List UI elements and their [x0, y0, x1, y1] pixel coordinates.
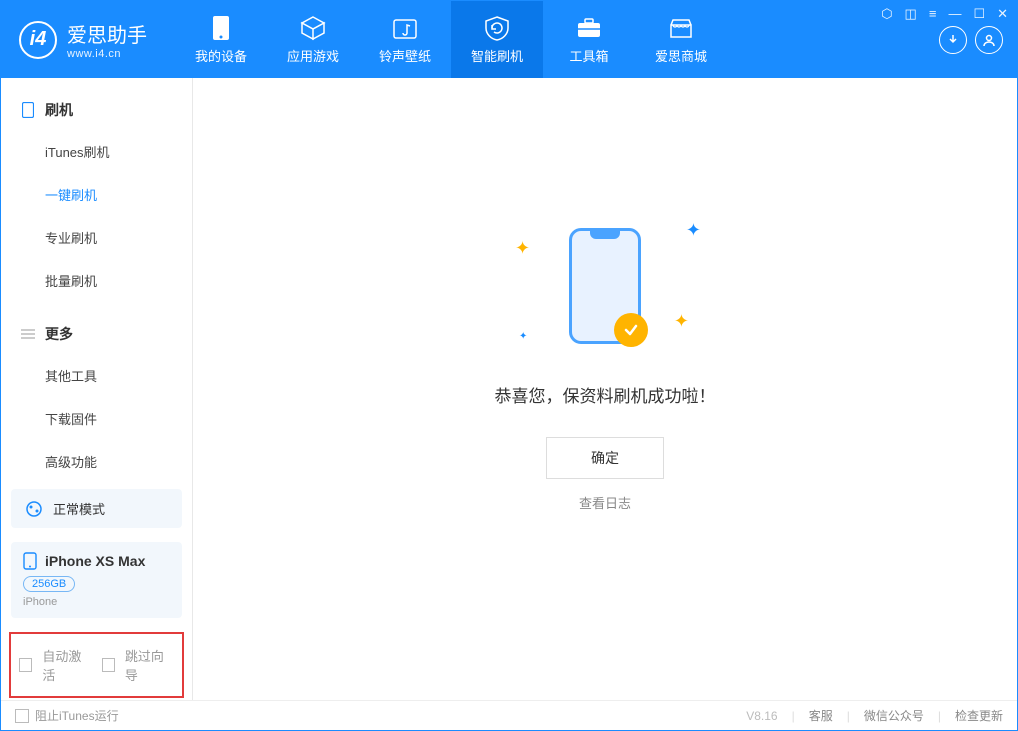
label-auto-activate: 自动激活	[42, 646, 91, 684]
section-more[interactable]: 更多	[1, 314, 192, 354]
user-button[interactable]	[975, 26, 1003, 54]
maximize-icon[interactable]: ☐	[973, 6, 985, 22]
version-label: V8.16	[746, 709, 777, 723]
iphone-icon	[23, 552, 37, 570]
device-icon	[212, 14, 230, 42]
phone-icon	[19, 102, 37, 118]
top-tabs: 我的设备 应用游戏 铃声壁纸 智能刷机 工具箱 爱思商城	[175, 1, 727, 78]
success-message: 恭喜您，保资料刷机成功啦！	[495, 382, 716, 407]
header: i4 爱思助手 www.i4.cn 我的设备 应用游戏 铃声壁纸 智能刷机 工具…	[1, 1, 1017, 78]
brand-name: 爱思助手	[67, 19, 147, 48]
check-update-link[interactable]: 检查更新	[955, 707, 1003, 724]
logo: i4 爱思助手 www.i4.cn	[1, 19, 165, 60]
checkbox-stop-itunes[interactable]	[15, 709, 29, 723]
tab-apps[interactable]: 应用游戏	[267, 1, 359, 78]
shirt-icon[interactable]: ⬡	[881, 6, 892, 22]
sidebar-item-advanced[interactable]: 高级功能	[1, 440, 192, 483]
view-log-link[interactable]: 查看日志	[579, 493, 631, 512]
cube-icon	[300, 14, 326, 42]
label-skip-guide: 跳过向导	[125, 646, 174, 684]
tab-flash[interactable]: 智能刷机	[451, 1, 543, 78]
device-type: iPhone	[23, 596, 170, 608]
sparkle-icon: ✦	[686, 220, 701, 241]
options-box: 自动激活 跳过向导	[9, 632, 184, 698]
sidebar: 刷机 iTunes刷机 一键刷机 专业刷机 批量刷机 更多 其他工具 下载固件 …	[1, 78, 193, 700]
tab-ringtones[interactable]: 铃声壁纸	[359, 1, 451, 78]
support-link[interactable]: 客服	[809, 707, 833, 724]
phone-illustration	[569, 228, 641, 344]
checkbox-skip-guide[interactable]	[102, 658, 115, 672]
music-folder-icon	[393, 14, 417, 42]
tab-toolbox[interactable]: 工具箱	[543, 1, 635, 78]
normal-mode-icon	[25, 500, 43, 518]
logo-icon: i4	[19, 21, 57, 59]
sparkle-icon: ✦	[519, 331, 527, 342]
close-icon[interactable]: ✕	[997, 6, 1008, 22]
checkbox-auto-activate[interactable]	[19, 658, 32, 672]
device-storage: 256GB	[23, 576, 75, 592]
sidebar-item-oneclick-flash[interactable]: 一键刷机	[1, 173, 192, 216]
brand-url: www.i4.cn	[67, 48, 147, 60]
sparkle-icon: ✦	[674, 311, 689, 332]
sidebar-item-pro-flash[interactable]: 专业刷机	[1, 216, 192, 259]
menu-icon[interactable]: ≡	[929, 6, 937, 22]
window-controls: ⬡ ◫ ≡ — ☐ ✕	[881, 6, 1008, 22]
refresh-shield-icon	[484, 14, 510, 42]
tab-store[interactable]: 爱思商城	[635, 1, 727, 78]
list-icon	[19, 328, 37, 340]
sidebar-item-download-firmware[interactable]: 下载固件	[1, 397, 192, 440]
ok-button[interactable]: 确定	[546, 437, 664, 479]
sidebar-item-batch-flash[interactable]: 批量刷机	[1, 259, 192, 302]
section-flash[interactable]: 刷机	[1, 90, 192, 130]
store-icon	[668, 14, 694, 42]
label-stop-itunes: 阻止iTunes运行	[35, 707, 119, 724]
check-badge-icon	[614, 313, 648, 347]
device-name: iPhone XS Max	[45, 553, 145, 569]
sparkle-icon: ✦	[515, 238, 530, 259]
wechat-link[interactable]: 微信公众号	[864, 707, 924, 724]
device-card[interactable]: iPhone XS Max 256GB iPhone	[11, 542, 182, 618]
content: ✦ ✦ ✦ ✦ 恭喜您，保资料刷机成功啦！ 确定 查看日志	[193, 78, 1017, 700]
mode-box[interactable]: 正常模式	[11, 489, 182, 528]
minimize-icon[interactable]: —	[948, 6, 961, 22]
tab-my-device[interactable]: 我的设备	[175, 1, 267, 78]
success-illustration: ✦ ✦ ✦ ✦	[545, 226, 665, 346]
toolbox-icon	[576, 14, 602, 42]
footer: 阻止iTunes运行 V8.16 | 客服 | 微信公众号 | 检查更新	[1, 700, 1017, 730]
sidebar-item-other-tools[interactable]: 其他工具	[1, 354, 192, 397]
download-button[interactable]	[939, 26, 967, 54]
sidebar-item-itunes-flash[interactable]: iTunes刷机	[1, 130, 192, 173]
pin-icon[interactable]: ◫	[905, 6, 917, 22]
